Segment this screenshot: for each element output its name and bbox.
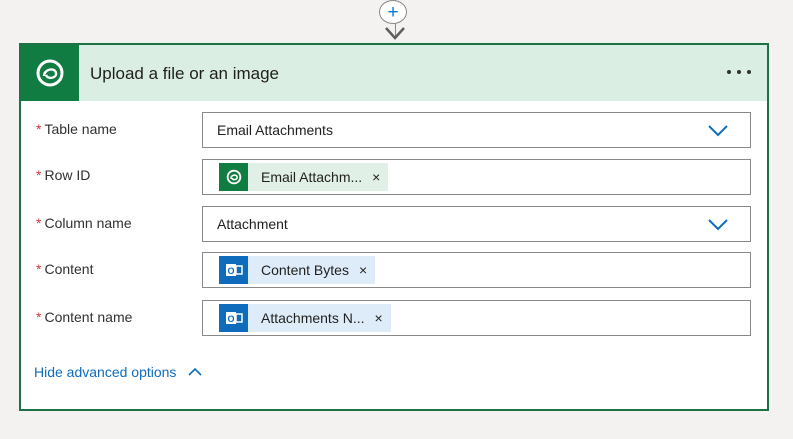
ellipsis-icon	[727, 70, 751, 74]
chevron-down-icon[interactable]	[706, 216, 730, 232]
token-label: Email Attachm...	[261, 169, 363, 185]
chevron-up-icon	[188, 367, 203, 376]
token-label: Content Bytes	[261, 262, 349, 278]
field-label-text: Table name	[44, 121, 117, 137]
remove-token-icon[interactable]: ×	[372, 169, 388, 185]
dataverse-icon	[219, 163, 248, 191]
arrow-down-icon	[385, 27, 405, 40]
field-label-column-name: * Column name	[36, 215, 132, 231]
action-card: Upload a file or an image * Table name Em…	[19, 43, 769, 411]
content-name-field[interactable]: O Attachments N... ×	[202, 300, 751, 336]
field-label-row-id: * Row ID	[36, 167, 90, 183]
field-label-text: Row ID	[44, 167, 91, 183]
advanced-options-label: Hide advanced options	[34, 364, 177, 380]
field-label-content-name: * Content name	[36, 309, 132, 325]
remove-token-icon[interactable]: ×	[374, 310, 390, 326]
field-label-table-name: * Table name	[36, 121, 117, 137]
token-label: Attachments N...	[261, 310, 365, 326]
svg-text:O: O	[227, 314, 234, 324]
hide-advanced-options-link[interactable]: Hide advanced options	[34, 364, 203, 380]
required-marker: *	[36, 215, 42, 231]
dynamic-content-token[interactable]: O Content Bytes ×	[219, 256, 376, 284]
column-name-dropdown[interactable]: Attachment	[202, 206, 751, 242]
row-id-field[interactable]: Email Attachm... ×	[202, 159, 751, 195]
chevron-down-icon[interactable]	[706, 122, 730, 138]
field-label-text: Content	[44, 261, 94, 277]
add-step-button[interactable]: +	[379, 0, 407, 24]
field-label-content: * Content	[36, 261, 94, 277]
outlook-icon: O	[219, 304, 248, 332]
svg-text:O: O	[227, 266, 234, 276]
required-marker: *	[36, 309, 42, 325]
remove-token-icon[interactable]: ×	[359, 262, 375, 278]
field-label-text: Content name	[44, 309, 133, 325]
required-marker: *	[36, 167, 42, 183]
more-options-button[interactable]	[723, 61, 755, 83]
table-name-dropdown[interactable]: Email Attachments	[202, 112, 751, 148]
column-name-value: Attachment	[217, 216, 288, 232]
dynamic-content-token[interactable]: O Attachments N... ×	[219, 304, 391, 332]
required-marker: *	[36, 261, 42, 277]
content-field[interactable]: O Content Bytes ×	[202, 252, 751, 288]
dataverse-icon	[21, 45, 79, 101]
card-header[interactable]: Upload a file or an image	[21, 45, 767, 101]
card-title: Upload a file or an image	[90, 64, 280, 83]
table-name-value: Email Attachments	[217, 122, 333, 138]
dynamic-content-token[interactable]: Email Attachm... ×	[219, 163, 389, 191]
required-marker: *	[36, 121, 42, 137]
outlook-icon: O	[219, 256, 248, 284]
field-label-text: Column name	[44, 215, 132, 231]
